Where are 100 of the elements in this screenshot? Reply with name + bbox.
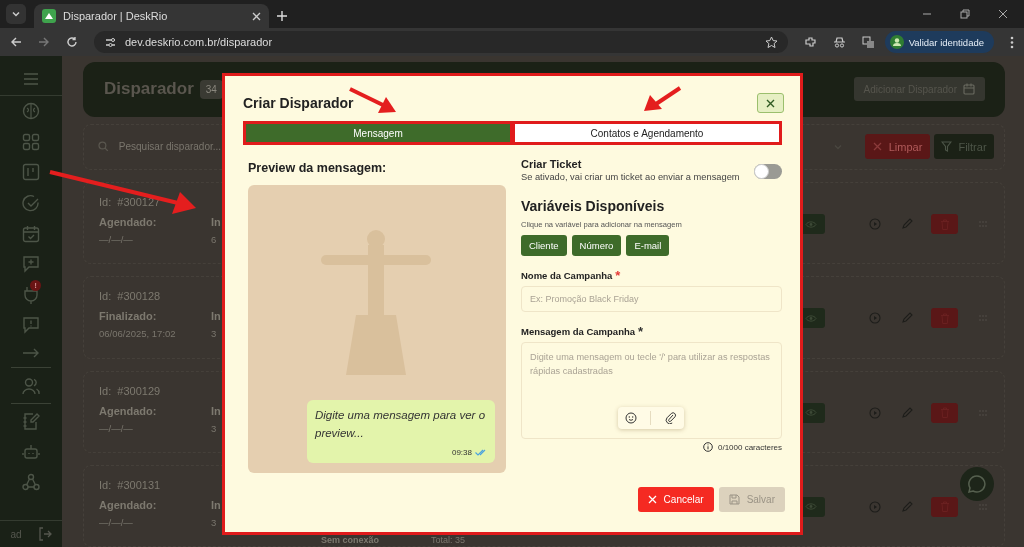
new-tab-icon[interactable] [277, 11, 287, 21]
pencil-icon[interactable] [901, 312, 913, 325]
robot-icon[interactable] [22, 442, 40, 461]
browser-tab[interactable]: Disparador | DeskRio [34, 4, 269, 28]
preview-text: Digite uma mensagem para ver o preview... [315, 408, 487, 442]
ticket-label: Criar Ticket [521, 158, 583, 170]
more-menu-icon[interactable] [1010, 35, 1014, 49]
chat-button[interactable] [960, 467, 994, 501]
calendar-plus-icon [963, 83, 975, 96]
required-mark: * [615, 270, 621, 281]
info-icon [702, 442, 713, 452]
play-icon[interactable] [869, 312, 881, 325]
field-label: Nome da Campanha [521, 270, 613, 281]
address-bar[interactable]: dev.deskrio.com.br/disparador [93, 31, 788, 53]
message-time: 09:38 [451, 448, 472, 457]
chat-plus-icon[interactable] [22, 255, 40, 274]
back-icon[interactable] [10, 36, 22, 48]
reload-icon[interactable] [65, 36, 78, 48]
plug-icon[interactable] [22, 285, 40, 304]
x-icon [872, 142, 882, 152]
double-check-icon [475, 449, 487, 456]
translate-icon[interactable] [861, 35, 875, 49]
dialog-title: Criar Disparador [243, 95, 354, 111]
delete-button[interactable] [931, 308, 958, 329]
card-label: In [211, 310, 222, 323]
preview-heading: Preview da mensagem: [248, 161, 388, 177]
logout-icon[interactable] [37, 527, 52, 541]
delete-button[interactable] [931, 214, 958, 235]
dialog-tab[interactable]: Contatos e Agendamento [512, 121, 782, 145]
eye-icon [804, 219, 817, 229]
ticket-description: Se ativado, vai criar um ticket ao enviar a mensagem [521, 172, 740, 182]
card-date: —/—/— [99, 234, 134, 246]
close-icon[interactable] [252, 11, 261, 21]
play-icon[interactable] [869, 500, 881, 513]
delete-button[interactable] [931, 496, 958, 517]
alert-badge: ! [30, 279, 41, 291]
delete-button[interactable] [931, 402, 958, 423]
page-title: Disparador [104, 79, 194, 100]
notebook-pen-icon[interactable] [22, 412, 40, 431]
card-id: Id: #300128 [99, 290, 162, 303]
variable-chip[interactable]: E-mail [626, 235, 670, 256]
card-id: Id: #300129 [99, 384, 162, 397]
avatar-icon [889, 35, 904, 49]
close-icon [766, 98, 775, 108]
eye-icon [804, 408, 817, 418]
pencil-icon[interactable] [901, 500, 913, 513]
kanban-board-icon[interactable] [22, 163, 40, 182]
site-settings-icon[interactable] [103, 35, 117, 49]
ticket-toggle[interactable] [754, 164, 782, 179]
card-label: In [211, 498, 222, 511]
extensions-icon[interactable] [803, 35, 817, 49]
dialog-tab[interactable]: Mensagem [243, 121, 513, 145]
card-status: Agendado: [99, 498, 158, 511]
card-date: —/—/— [99, 422, 134, 434]
funnel-icon [941, 141, 953, 153]
campaign-message-field[interactable]: Digite uma mensagem ou tecle '/' para utilizar as respostas rápidas cadastradas [521, 342, 782, 439]
tab-list-button[interactable] [6, 4, 26, 24]
campaign-name-field[interactable]: Ex: Promoção Black Friday [521, 286, 782, 312]
check-circle-icon[interactable] [22, 194, 40, 213]
card-status: Agendado: [99, 216, 158, 229]
drag-handle-icon[interactable] [978, 502, 988, 511]
paperclip-icon[interactable] [665, 412, 678, 424]
incognito-icon[interactable] [832, 35, 846, 49]
variable-chip[interactable]: Cliente [521, 235, 567, 256]
profile-button[interactable]: Validar identidade [884, 31, 994, 53]
cancel-button[interactable]: Cancelar [637, 487, 714, 512]
card-date: 06/06/2025, 17:02 [99, 328, 177, 340]
arrow-right-icon[interactable] [22, 347, 40, 360]
eye-icon [804, 502, 817, 512]
play-icon[interactable] [869, 218, 881, 231]
annotation-arrow [644, 86, 682, 111]
pencil-icon[interactable] [901, 406, 913, 419]
card-total: Total: 35 [431, 534, 467, 545]
close-window-icon[interactable] [998, 9, 1008, 19]
chevron-down-icon [11, 9, 21, 19]
variable-chip[interactable]: Número [571, 235, 622, 256]
favicon-icon [42, 9, 56, 23]
close-button[interactable] [757, 93, 784, 113]
dashboard-icon[interactable] [22, 132, 40, 151]
forward-icon[interactable] [38, 36, 50, 48]
card-status: Agendado: [99, 404, 158, 417]
card-status: Finalizado: [99, 310, 158, 323]
emoji-icon[interactable] [624, 412, 637, 424]
card-id: Id: #300131 [99, 478, 162, 491]
webhook-icon[interactable] [22, 473, 40, 492]
variables-heading: Variáveis Disponíveis [521, 198, 666, 214]
pencil-icon[interactable] [901, 218, 913, 231]
users-icon[interactable] [22, 376, 40, 395]
eye-icon [804, 313, 817, 323]
required-mark: * [638, 326, 644, 337]
card-connection: Sem conexão [321, 534, 381, 545]
card-label: In [211, 216, 222, 229]
menu-icon[interactable] [23, 72, 39, 86]
card-date: —/—/— [99, 516, 134, 530]
calendar-icon[interactable] [22, 224, 40, 243]
star-icon[interactable] [764, 35, 778, 49]
restore-icon[interactable] [960, 9, 970, 19]
character-counter: 0/1000 caracteres [717, 442, 782, 452]
chat-alert-icon[interactable] [22, 316, 40, 335]
play-icon[interactable] [869, 406, 881, 419]
